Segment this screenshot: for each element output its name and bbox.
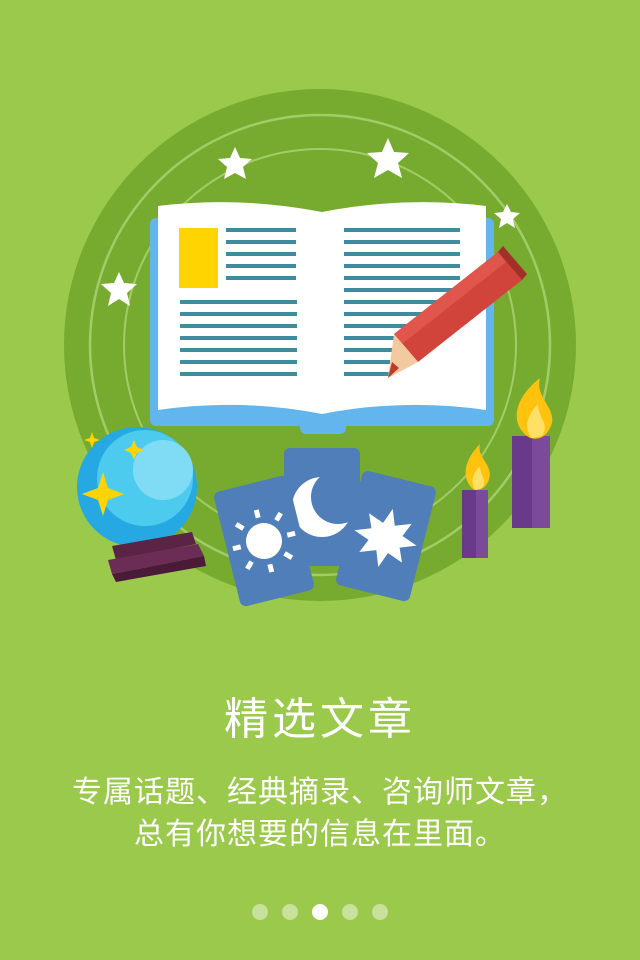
page-dot-4[interactable] (342, 904, 358, 920)
page-title: 精选文章 (224, 694, 416, 745)
onboarding-screen[interactable]: 精选文章 专属话题、经典摘录、咨询师文章， 总有你想要的信息在里面。 (0, 0, 640, 960)
page-dot-5[interactable] (372, 904, 388, 920)
page-dot-2[interactable] (282, 904, 298, 920)
page-description: 专属话题、经典摘录、咨询师文章， 总有你想要的信息在里面。 (0, 772, 640, 856)
page-dot-1[interactable] (252, 904, 268, 920)
hero-illustration (64, 89, 576, 607)
page-dot-3[interactable] (312, 904, 328, 920)
description-line-1: 专属话题、经典摘录、咨询师文章， (72, 775, 568, 810)
description-line-2: 总有你想要的信息在里面。 (134, 817, 506, 852)
page-indicator (0, 904, 640, 926)
